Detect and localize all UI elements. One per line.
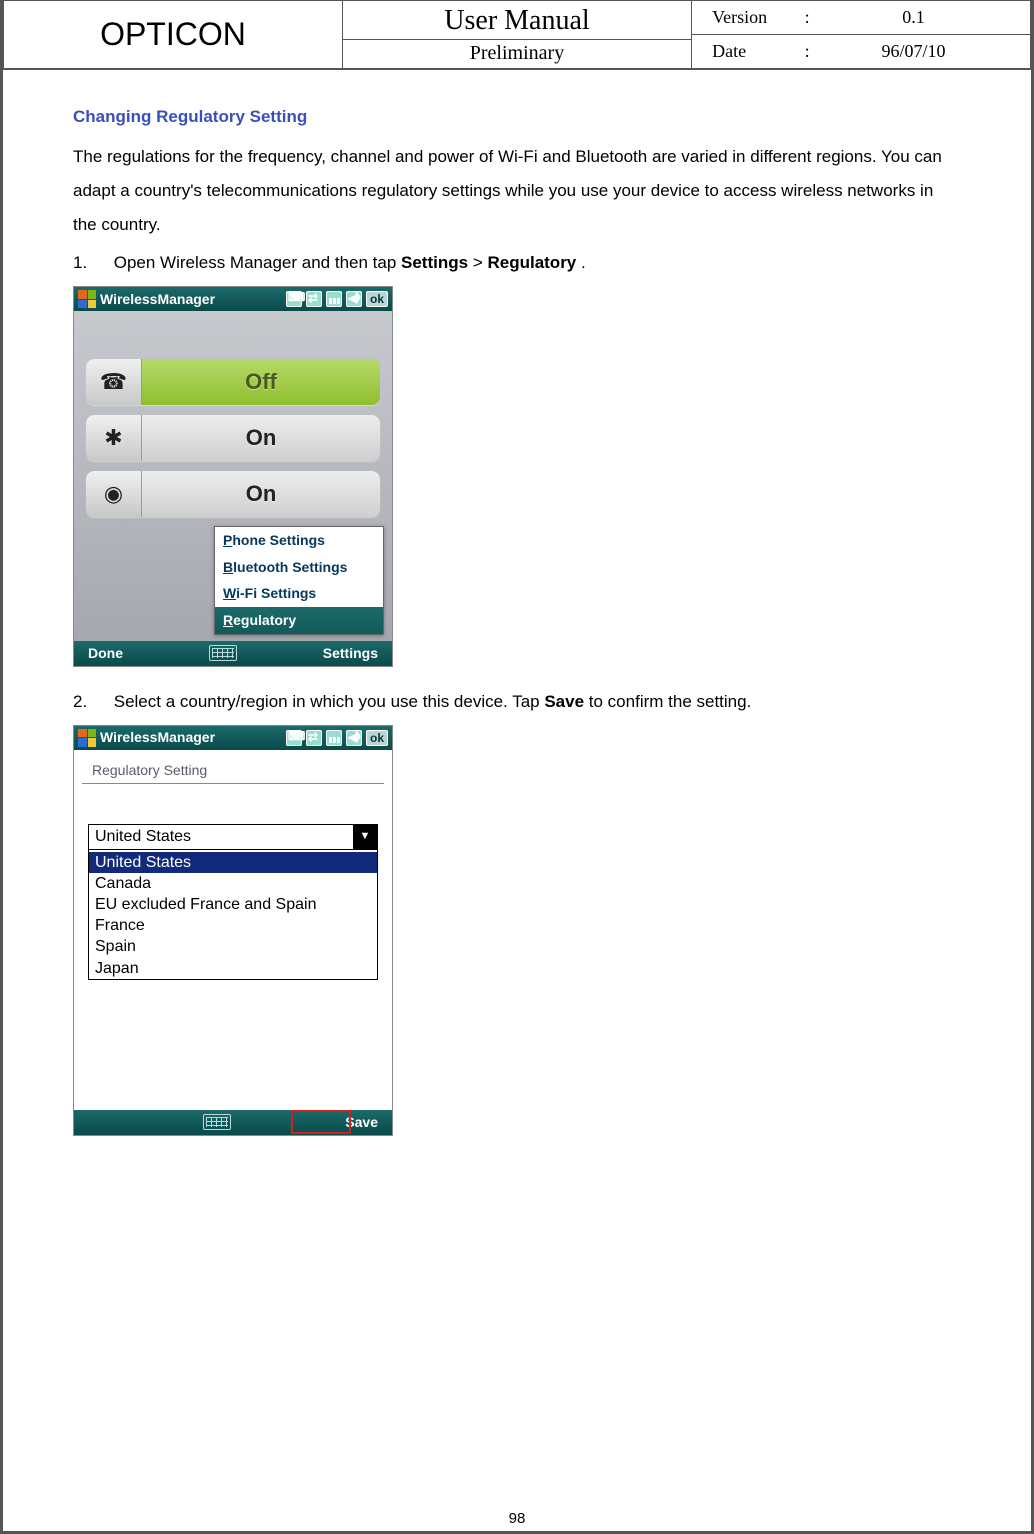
menu-item-bluetooth-settings[interactable]: Bluetooth Settings [215,554,383,581]
bluetooth-icon: ✱ [86,415,142,461]
phone-icon: ☎ [86,359,142,405]
date-row: Date : 96/07/10 [702,39,1020,64]
doc-title: User Manual [343,3,691,40]
menu-accel: P [223,532,232,548]
doc-header: OPTICON User Manual Preliminary Version … [3,0,1031,70]
sip-keyboard-icon[interactable] [203,1114,231,1130]
bottombar: Done Settings [74,641,392,666]
doc-subtitle: Preliminary [343,40,691,67]
version-row: Version : 0.1 [702,5,1020,30]
menu-label: hone Settings [232,532,325,548]
toggle-state: On [142,471,380,517]
step-bold: Settings [401,253,468,272]
brand: OPTICON [4,1,343,70]
date-value: 96/07/10 [817,41,1010,62]
phone-toggle[interactable]: ☎ Off [86,359,380,405]
menu-label: i-Fi Settings [236,585,316,601]
step-bold: Save [544,692,584,711]
step-text: Open Wireless Manager and then tap [114,253,401,272]
softkey-done[interactable]: Done [88,645,123,662]
menu-accel: W [223,585,236,601]
titlebar: WirelessManager ok [74,287,392,311]
softkey-save[interactable]: Save [345,1114,378,1131]
signal-icon[interactable] [326,291,342,307]
step-1: 1. Open Wireless Manager and then tap Se… [73,246,961,280]
page-heading: Regulatory Setting [82,752,384,784]
ok-button[interactable]: ok [366,291,388,307]
step-text: Select a country/region in which you use… [114,692,545,711]
date-label: Date [712,41,797,62]
window-title: WirelessManager [100,729,215,746]
colon: : [797,7,817,28]
step-number: 2. [73,685,109,719]
step-bold: Regulatory [487,253,576,272]
menu-item-regulatory[interactable]: Regulatory [215,607,383,634]
dropdown-option[interactable]: France [89,915,377,936]
colon: : [797,41,817,62]
toggle-state: On [142,415,380,461]
wifi-toggle[interactable]: ◉ On [86,471,380,517]
menu-item-wifi-settings[interactable]: Wi-Fi Settings [215,580,383,607]
page-number: 98 [3,1510,1031,1527]
windows-logo-icon[interactable] [78,290,96,308]
window-title: WirelessManager [100,291,215,308]
settings-popup-menu: Phone Settings Bluetooth Settings Wi-Fi … [214,526,384,635]
menu-item-phone-settings[interactable]: Phone Settings [215,527,383,554]
step-2: 2. Select a country/region in which you … [73,685,961,719]
dropdown-option[interactable]: Japan [89,958,377,979]
volume-icon[interactable] [346,291,362,307]
dropdown-option[interactable]: United States [89,852,377,873]
dropdown-option[interactable]: Canada [89,873,377,894]
ok-button[interactable]: ok [366,730,388,746]
section-title: Changing Regulatory Setting [73,100,961,134]
menu-accel: R [223,612,233,628]
intro-paragraph: The regulations for the frequency, chann… [73,140,961,242]
network-status-icon[interactable] [306,291,322,307]
titlebar: WirelessManager ok [74,726,392,750]
step-text: to confirm the setting. [589,692,752,711]
volume-icon[interactable] [346,730,362,746]
step-text: . [581,253,586,272]
keyboard-status-icon[interactable] [286,730,302,746]
windows-logo-icon[interactable] [78,729,96,747]
version-label: Version [712,7,797,28]
bluetooth-toggle[interactable]: ✱ On [86,415,380,461]
toggle-state: Off [142,359,380,405]
dropdown-option[interactable]: EU excluded France and Spain [89,894,377,915]
sip-keyboard-icon[interactable] [209,645,237,661]
wifi-icon: ◉ [86,471,142,517]
screenshot-wireless-manager: WirelessManager ok ☎ Off ✱ On [73,286,393,667]
regulatory-body: Regulatory Setting United States United … [74,750,392,1135]
dropdown-option[interactable]: Spain [89,936,377,957]
network-status-icon[interactable] [306,730,322,746]
menu-accel: B [223,559,233,575]
softkey-settings[interactable]: Settings [323,645,378,662]
signal-icon[interactable] [326,730,342,746]
step-number: 1. [73,246,109,280]
version-value: 0.1 [817,7,1010,28]
screenshot-regulatory-setting: WirelessManager ok Regulatory Setting Un… [73,725,393,1136]
country-dropdown-list: United States Canada EU excluded France … [88,850,378,980]
chevron-down-icon[interactable] [353,825,377,849]
step-text: > [473,253,488,272]
country-dropdown[interactable]: United States [88,824,378,850]
menu-label: egulatory [233,612,296,628]
menu-label: luetooth Settings [233,559,347,575]
keyboard-status-icon[interactable] [286,291,302,307]
wireless-manager-body: ☎ Off ✱ On ◉ On Phone Settings Bluetoo [74,311,392,641]
dropdown-selected-value: United States [89,825,353,849]
